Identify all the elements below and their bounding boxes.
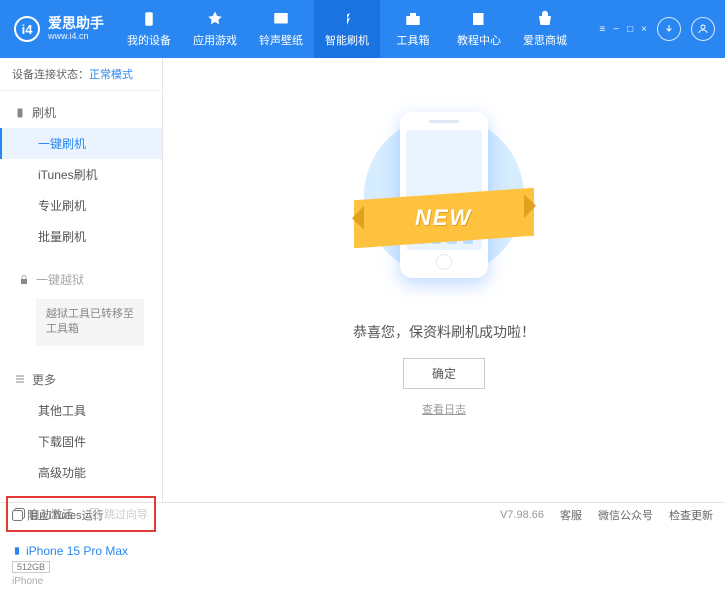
book-icon [470,10,488,28]
nav-apps-games[interactable]: 应用游戏 [182,0,248,58]
close-button[interactable]: × [641,24,647,35]
window-controls: ≡ − □ × [599,24,647,35]
device-icon [140,10,158,28]
ok-button[interactable]: 确定 [403,358,485,389]
success-message: 恭喜您，保资料刷机成功啦！ [353,322,535,342]
sidebar-item-advanced[interactable]: 高级功能 [0,457,162,488]
logo-icon: i4 [14,16,40,42]
sidebar-item-pro-flash[interactable]: 专业刷机 [0,190,162,221]
user-button[interactable] [691,17,715,41]
app-header: i4 爱思助手 www.i4.cn 我的设备 应用游戏 铃声壁纸 智能刷机 工具… [0,0,725,58]
menu-button[interactable]: ≡ [599,24,605,35]
device-type: iPhone [12,576,150,587]
nav-store[interactable]: 爱思商城 [512,0,578,58]
footer-support[interactable]: 客服 [560,507,582,523]
sidebar-item-batch-flash[interactable]: 批量刷机 [0,221,162,252]
connection-status: 设备连接状态：正常模式 [0,58,162,91]
group-flash-header[interactable]: 刷机 [0,97,162,128]
success-illustration: NEW [364,106,524,306]
nav-flash[interactable]: 智能刷机 [314,0,380,58]
nav-toolbox[interactable]: 工具箱 [380,0,446,58]
apps-icon [206,10,224,28]
store-icon [536,10,554,28]
group-more-header[interactable]: 更多 [0,364,162,395]
block-itunes-checkbox[interactable]: 阻止iTunes运行 [12,507,104,523]
top-nav: 我的设备 应用游戏 铃声壁纸 智能刷机 工具箱 教程中心 爱思商城 [116,0,578,58]
download-button[interactable] [657,17,681,41]
app-url: www.i4.cn [48,32,104,42]
main-content: NEW 恭喜您，保资料刷机成功啦！ 确定 查看日志 [163,58,725,502]
view-log-link[interactable]: 查看日志 [422,401,466,417]
footer-wechat[interactable]: 微信公众号 [598,507,653,523]
device-name-label: iPhone 15 Pro Max [26,544,128,558]
group-jailbreak-header: 一键越狱 [0,264,162,295]
flash-icon [338,10,356,28]
image-icon [272,10,290,28]
phone-icon [14,107,26,119]
nav-ringtones[interactable]: 铃声壁纸 [248,0,314,58]
toolbox-icon [404,10,422,28]
device-capacity: 512GB [12,561,50,573]
device-info[interactable]: iPhone 15 Pro Max 512GB iPhone [0,538,162,595]
footer-check-update[interactable]: 检查更新 [669,507,713,523]
nav-my-device[interactable]: 我的设备 [116,0,182,58]
nav-tutorials[interactable]: 教程中心 [446,0,512,58]
phone-small-icon [12,544,22,558]
sidebar-item-one-key-flash[interactable]: 一键刷机 [0,128,162,159]
list-icon [14,373,26,385]
sidebar-item-itunes-flash[interactable]: iTunes刷机 [0,159,162,190]
user-icon [697,23,709,35]
jailbreak-moved-note[interactable]: 越狱工具已转移至工具箱 [36,299,144,346]
sidebar-item-other-tools[interactable]: 其他工具 [0,395,162,426]
download-icon [663,23,675,35]
version-label: V7.98.66 [500,509,544,521]
app-title: 爱思助手 [48,16,104,31]
sidebar: 设备连接状态：正常模式 刷机 一键刷机 iTunes刷机 专业刷机 批量刷机 一… [0,58,163,502]
logo-block: i4 爱思助手 www.i4.cn [0,16,116,42]
minimize-button[interactable]: − [613,24,619,35]
lock-icon [18,274,30,286]
maximize-button[interactable]: □ [627,24,633,35]
sidebar-item-download-firmware[interactable]: 下载固件 [0,426,162,457]
